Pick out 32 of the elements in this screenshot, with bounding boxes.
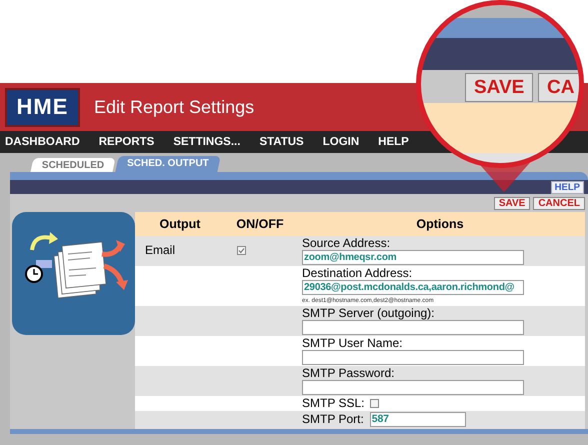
cancel-button[interactable]: CANCEL bbox=[533, 196, 585, 210]
field-label: SMTP Server (outgoing): bbox=[302, 307, 436, 320]
field-label: Source Address: bbox=[302, 237, 392, 250]
field-label: SMTP Password: bbox=[302, 367, 396, 380]
page-title: Edit Report Settings bbox=[94, 96, 254, 118]
checkbox[interactable] bbox=[237, 246, 246, 255]
hme-logo: HME bbox=[5, 88, 80, 126]
input-field[interactable] bbox=[302, 380, 524, 395]
nav-link[interactable]: REPORTS bbox=[98, 136, 154, 148]
save-button[interactable]: SAVE bbox=[494, 196, 530, 210]
field-label: SMTP User Name: bbox=[302, 337, 404, 350]
nav-link[interactable]: LOGIN bbox=[322, 136, 360, 148]
tab[interactable]: SCHEDULED bbox=[30, 158, 116, 172]
input-field[interactable]: zoom@hmeqsr.com bbox=[302, 250, 524, 265]
field-label: SMTP SSL: bbox=[302, 397, 364, 410]
nav-link[interactable]: DASHBOARD bbox=[5, 136, 80, 148]
column-header: ON/OFF bbox=[235, 217, 285, 231]
checkbox[interactable] bbox=[370, 399, 380, 408]
help-button[interactable]: HELP bbox=[550, 180, 584, 194]
column-header: Output bbox=[158, 217, 202, 231]
field-label: SMTP Port: bbox=[302, 413, 364, 426]
output-label: Email bbox=[145, 243, 176, 257]
nav-link[interactable]: SETTINGS... bbox=[173, 136, 240, 148]
input-field[interactable]: 587 bbox=[370, 412, 466, 427]
tab[interactable]: SCHED. OUTPUT bbox=[116, 156, 221, 172]
input-field[interactable]: 29036@post.mcdonalds.ca,aaron.richmond@ bbox=[302, 280, 524, 295]
column-header: Options bbox=[415, 217, 465, 231]
nav-link[interactable]: STATUS bbox=[259, 136, 304, 148]
input-field[interactable] bbox=[302, 320, 524, 335]
field-label: Destination Address: bbox=[302, 267, 414, 280]
nav-link[interactable]: HELP bbox=[378, 136, 409, 148]
input-field[interactable] bbox=[302, 350, 524, 365]
